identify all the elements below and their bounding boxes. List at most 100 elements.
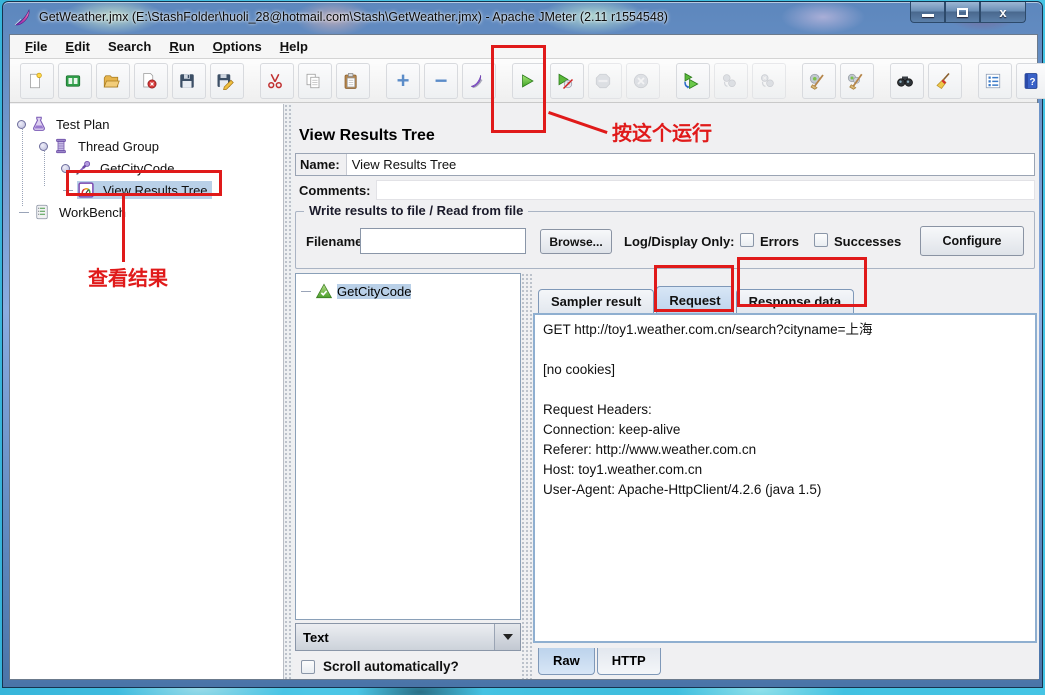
- search-reset-broom-icon: [936, 72, 950, 89]
- maximize-button[interactable]: [945, 2, 980, 23]
- minimize-button[interactable]: [910, 2, 945, 23]
- chevron-down-icon: [502, 634, 513, 640]
- clear-button[interactable]: [802, 62, 836, 99]
- request-text-area[interactable]: GET http://toy1.weather.com.cn/search?ci…: [533, 313, 1037, 643]
- start-icon: [522, 73, 534, 88]
- tree-item-workbench[interactable]: WorkBench: [19, 202, 130, 222]
- scroll-automatically-row: Scroll automatically?: [301, 659, 459, 674]
- save-as-button[interactable]: [210, 62, 244, 99]
- expand-knob-icon[interactable]: [17, 119, 26, 129]
- page-title: View Results Tree: [299, 127, 435, 144]
- remote-stop-all-button: [714, 62, 748, 99]
- request-text: GET http://toy1.weather.com.cn/search?ci…: [543, 322, 873, 497]
- remote-stop-all-icon: [723, 73, 736, 87]
- menu-file[interactable]: File: [16, 36, 56, 57]
- test-plan-tree: Test Plan Thread Group GetCityCode View …: [10, 104, 284, 679]
- configure-button[interactable]: Configure: [920, 226, 1024, 256]
- tree-item-label: GetCityCode: [100, 160, 175, 176]
- filename-input[interactable]: [360, 228, 526, 254]
- result-tabs: Sampler result Request Response data: [538, 286, 856, 314]
- tab-http[interactable]: HTTP: [596, 648, 661, 675]
- start-no-timers-icon: [558, 73, 574, 89]
- help-button[interactable]: ?: [1016, 62, 1045, 99]
- open-button[interactable]: [96, 62, 130, 99]
- menu-options[interactable]: Options: [204, 36, 271, 57]
- name-input[interactable]: View Results Tree: [347, 157, 457, 172]
- log-display-label: Log/Display Only:: [624, 234, 735, 249]
- results-split-divider[interactable]: [521, 273, 532, 679]
- save-icon: [180, 73, 194, 88]
- expand-knob-icon[interactable]: [61, 163, 70, 173]
- successes-label: Successes: [834, 234, 902, 249]
- name-label: Name:: [296, 154, 347, 175]
- scroll-automatically-label: Scroll automatically?: [323, 659, 459, 674]
- successes-checkbox[interactable]: [814, 233, 828, 247]
- tree-item-test-plan[interactable]: Test Plan: [17, 114, 113, 134]
- search-reset-button[interactable]: [928, 62, 962, 99]
- scroll-automatically-checkbox[interactable]: [301, 659, 315, 674]
- open-template-button[interactable]: [58, 62, 92, 99]
- view-as-dropdown[interactable]: Text: [295, 623, 521, 651]
- tree-item-thread-group[interactable]: Thread Group: [39, 136, 163, 156]
- close-button[interactable]: x: [980, 2, 1026, 23]
- paste-icon: [344, 72, 357, 89]
- tab-sampler-result[interactable]: Sampler result: [538, 289, 655, 314]
- tree-item-view-results-tree[interactable]: View Results Tree: [63, 180, 212, 200]
- remove-button[interactable]: −: [424, 62, 458, 99]
- comments-input[interactable]: [375, 180, 1035, 200]
- tree-item-getcitycode[interactable]: GetCityCode: [61, 158, 178, 178]
- template-icon: [65, 74, 81, 87]
- tab-response-data[interactable]: Response data: [735, 289, 855, 314]
- paste-button[interactable]: [336, 62, 370, 99]
- copy-button[interactable]: [298, 62, 332, 99]
- feather-pen-icon: [470, 74, 483, 88]
- close-file-button[interactable]: [134, 62, 168, 99]
- split-pane-divider[interactable]: [284, 104, 293, 679]
- save-button[interactable]: [172, 62, 206, 99]
- filename-label: Filename: [306, 234, 363, 249]
- clear-icon: [809, 73, 824, 90]
- cut-icon: [268, 73, 282, 88]
- errors-checkbox[interactable]: [740, 233, 754, 247]
- thread-group-icon: [56, 138, 66, 154]
- expand-knob-icon[interactable]: [39, 141, 48, 151]
- search-button[interactable]: [890, 62, 924, 99]
- name-row: Name: View Results Tree: [295, 153, 1035, 176]
- minus-icon: −: [434, 67, 448, 93]
- title-bar[interactable]: GetWeather.jmx (E:\StashFolder\huoli_28@…: [3, 2, 1042, 33]
- tree-item-label: Thread Group: [78, 138, 159, 154]
- tab-raw[interactable]: Raw: [538, 648, 595, 675]
- clear-all-button[interactable]: [840, 62, 874, 99]
- function-helper-button[interactable]: [978, 62, 1012, 99]
- menu-help[interactable]: Help: [271, 36, 317, 57]
- menu-edit[interactable]: Edit: [56, 36, 99, 57]
- cut-button[interactable]: [260, 62, 294, 99]
- http-sampler-icon: [76, 160, 91, 175]
- test-plan-icon: [33, 116, 45, 131]
- sample-success-icon: [315, 283, 333, 299]
- add-button[interactable]: +: [386, 62, 420, 99]
- stop-icon: [595, 73, 611, 88]
- comments-row: Comments:: [295, 180, 1035, 200]
- menu-run[interactable]: Run: [160, 36, 203, 57]
- close-icon: x: [999, 4, 1007, 20]
- start-button[interactable]: [512, 62, 546, 99]
- desktop: GetWeather.jmx (E:\StashFolder\huoli_28@…: [0, 0, 1045, 695]
- new-file-icon: [30, 72, 42, 88]
- toolbar: + − ?: [10, 59, 1045, 103]
- dropdown-arrow-button[interactable]: [494, 624, 520, 650]
- request-view-tabs: Raw HTTP: [538, 648, 663, 678]
- tree-item-label: View Results Tree: [103, 182, 208, 198]
- browse-button[interactable]: Browse...: [540, 229, 612, 254]
- group-legend: Write results to file / Read from file: [304, 203, 529, 218]
- new-file-button[interactable]: [20, 62, 54, 99]
- tree-item-label: WorkBench: [59, 204, 126, 220]
- start-no-timers-button[interactable]: [550, 62, 584, 99]
- close-file-icon: [143, 72, 157, 88]
- view-results-tree-icon: [78, 182, 94, 198]
- sample-getcitycode[interactable]: GetCityCode: [301, 281, 412, 301]
- remote-start-all-button[interactable]: [676, 62, 710, 99]
- menu-search[interactable]: Search: [99, 36, 160, 57]
- tab-request[interactable]: Request: [656, 286, 734, 314]
- feather-pen-button[interactable]: [462, 62, 496, 99]
